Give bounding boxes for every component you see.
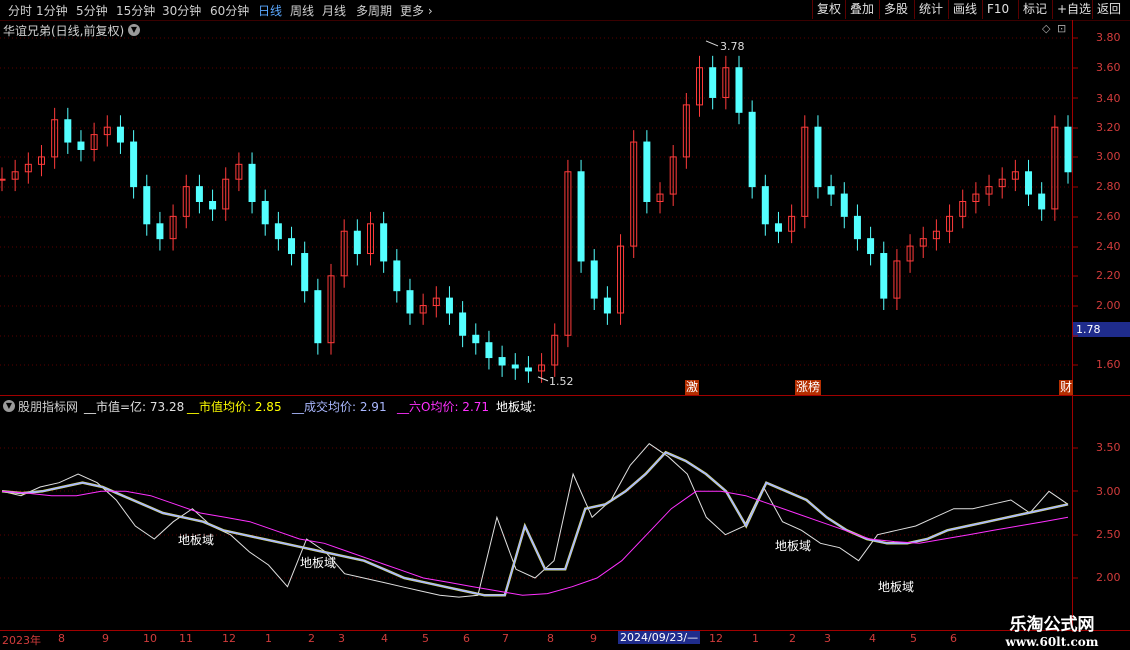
candle-body: [353, 230, 361, 255]
candle-body: [590, 260, 598, 299]
high-marker-label: 3.78: [720, 40, 745, 53]
candle-body: [603, 297, 611, 314]
candle-body: [1038, 193, 1046, 210]
series-line-市值=亿: [1, 443, 1069, 598]
candle-body: [274, 223, 282, 240]
candle-body: [774, 223, 782, 232]
candle-body: [643, 141, 651, 202]
candle-body: [748, 111, 756, 188]
candle-body: [827, 186, 835, 195]
candle-body: [472, 334, 480, 344]
high-marker-line: [705, 40, 719, 47]
chart-canvas[interactable]: 3.78 1.52: [0, 0, 1130, 650]
candle-body: [156, 223, 164, 240]
candle-body: [380, 223, 388, 262]
candle-body: [709, 67, 717, 98]
candle-body: [761, 186, 769, 225]
candle-body: [143, 186, 151, 225]
candle-body: [248, 163, 256, 203]
low-marker-label: 1.52: [549, 375, 574, 388]
candle-body: [0, 178, 6, 181]
candle-body: [498, 357, 506, 366]
candle-body: [209, 201, 217, 210]
low-marker-line: [537, 376, 549, 382]
candle-body: [880, 253, 888, 299]
series-line-成交均价: [1, 451, 1069, 597]
candle-body: [130, 141, 138, 188]
candle-body: [814, 126, 822, 188]
candle-body: [867, 238, 875, 255]
candle-body: [524, 367, 532, 372]
candle-body: [288, 238, 296, 255]
candle-body: [445, 297, 453, 314]
candle-body: [1025, 171, 1033, 195]
candle-body: [406, 290, 414, 314]
candle-body: [77, 141, 85, 150]
candle-body: [577, 171, 585, 262]
candle-body: [64, 119, 72, 143]
candle-body: [261, 201, 269, 225]
candle-body: [735, 67, 743, 113]
candle-body: [116, 126, 124, 143]
candle-body: [459, 312, 467, 336]
candle-body: [195, 186, 203, 203]
candle-body: [393, 260, 401, 292]
series-line-市值均价: [1, 450, 1069, 597]
candle-body: [840, 193, 848, 217]
candle-body: [511, 364, 519, 369]
candle-body: [485, 342, 493, 359]
candle-body: [301, 253, 309, 292]
candle-body: [853, 215, 861, 240]
candle-body: [314, 290, 322, 344]
candle-body: [1064, 126, 1072, 173]
